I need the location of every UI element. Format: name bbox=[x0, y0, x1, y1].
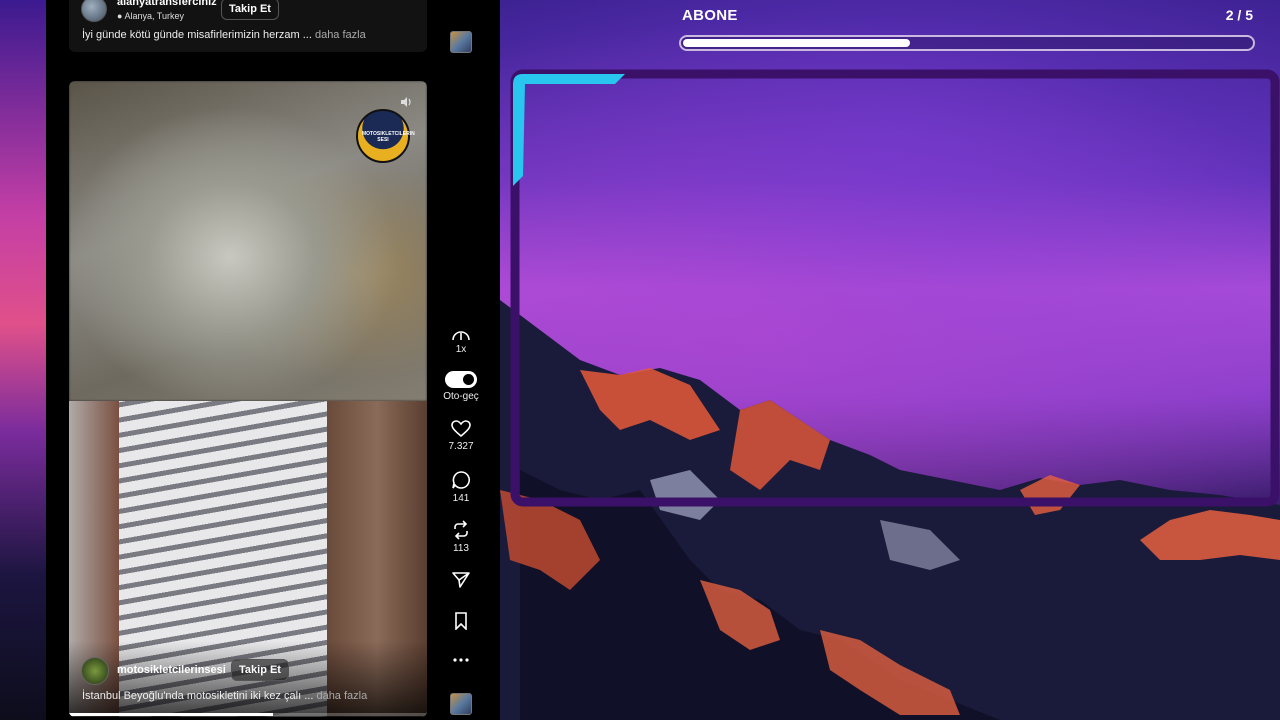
more-icon bbox=[451, 0, 471, 2]
previous-video-thumbnail[interactable] bbox=[450, 31, 472, 53]
speed-label: 1x bbox=[455, 344, 467, 355]
video-player[interactable]: MOTOSIKLETCILERIN SESI motosikletcilerin… bbox=[69, 81, 427, 717]
repost-button[interactable]: 113 bbox=[441, 520, 481, 554]
avatar[interactable] bbox=[81, 657, 109, 685]
step-counter: 2 / 5 bbox=[1225, 7, 1253, 23]
overlay-frame bbox=[510, 69, 1280, 507]
repost-icon bbox=[454, 520, 468, 540]
post-caption[interactable]: İstanbul Beyoğlu'nda motosikletini iki k… bbox=[82, 690, 367, 702]
more-link[interactable]: daha fazla bbox=[316, 690, 367, 702]
share-icon bbox=[452, 572, 470, 588]
more-options-button[interactable] bbox=[441, 655, 481, 665]
comment-count: 141 bbox=[452, 493, 470, 504]
heart-icon bbox=[451, 420, 471, 438]
bookmark-icon bbox=[455, 612, 467, 630]
more-options-button[interactable] bbox=[441, 0, 481, 2]
wallpaper-left-edge bbox=[0, 0, 46, 720]
speed-icon bbox=[452, 331, 470, 341]
repost-count: 113 bbox=[453, 543, 469, 554]
comment-icon bbox=[452, 471, 470, 489]
like-count: 7.327 bbox=[448, 441, 474, 452]
next-video-thumbnail[interactable] bbox=[450, 693, 472, 715]
video-progress-bar[interactable] bbox=[69, 713, 427, 716]
post-username[interactable]: motosikletcilerinsesi bbox=[117, 664, 226, 676]
avatar[interactable] bbox=[81, 0, 107, 22]
post-location: ● Alanya, Turkey bbox=[117, 11, 184, 21]
follow-button[interactable]: Takip Et bbox=[221, 0, 279, 20]
autoplay-label: Oto-geç bbox=[443, 391, 479, 402]
playback-speed-button[interactable]: 1x bbox=[441, 327, 481, 355]
autoplay-toggle[interactable]: Oto-geç bbox=[441, 371, 481, 402]
comment-button[interactable]: 141 bbox=[441, 470, 481, 504]
location-pin-icon: ● bbox=[117, 11, 123, 21]
volume-icon[interactable] bbox=[399, 95, 413, 109]
like-button[interactable]: 7.327 bbox=[441, 420, 481, 452]
save-button[interactable] bbox=[441, 612, 481, 630]
overlay-title: ABONE bbox=[682, 7, 738, 24]
follow-button[interactable]: Takip Et bbox=[231, 659, 289, 681]
previous-post-card[interactable]: alanyatransferciniz ● Alanya, Turkey Tak… bbox=[69, 0, 427, 52]
subscribe-progress-bar bbox=[679, 35, 1255, 51]
post-caption[interactable]: İyi günde kötü günde misafirlerimizin he… bbox=[82, 29, 366, 41]
toggle-switch[interactable] bbox=[445, 371, 477, 388]
subscribe-progress-fill bbox=[683, 39, 911, 47]
channel-watermark-logo: MOTOSIKLETCILERIN SESI bbox=[356, 109, 415, 163]
post-username[interactable]: alanyatransferciniz bbox=[117, 0, 217, 8]
more-icon bbox=[453, 658, 469, 662]
more-link[interactable]: daha fazla bbox=[315, 29, 366, 41]
video-progress-fill bbox=[69, 713, 274, 716]
share-button[interactable] bbox=[441, 571, 481, 589]
